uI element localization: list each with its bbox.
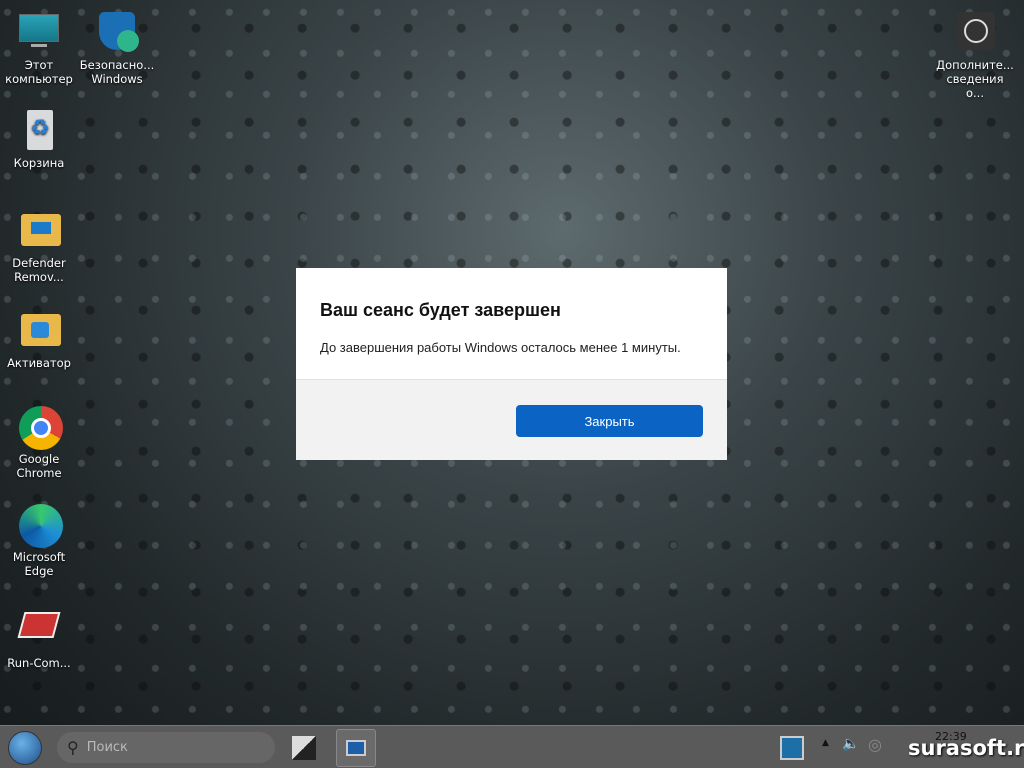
desktop-icon-activator[interactable]: Активатор [0, 308, 78, 370]
watermark: surasoft.ru [908, 736, 1024, 760]
dialog-message: До завершения работы Windows осталось ме… [320, 340, 681, 355]
desktop-icon-windows-security[interactable]: Безопасно... Windows [78, 10, 156, 86]
taskbar: ⚲ Поиск ▲ 🔈 ◎ 22:39 surasoft.ru [0, 725, 1024, 768]
monitor-icon [17, 10, 61, 54]
edge-icon [17, 502, 63, 548]
desktop-icon-this-pc[interactable]: Этот компьютер [0, 10, 78, 86]
session-end-dialog: Ваш сеанс будет завершен До завершения р… [296, 268, 727, 460]
network-icon[interactable]: ◎ [868, 735, 882, 754]
search-box[interactable]: ⚲ Поиск [57, 732, 275, 763]
desktop-icon-run-command[interactable]: Run-Com... [0, 608, 78, 670]
desktop-icon-additional-info[interactable]: Дополните... сведения о... [936, 10, 1014, 100]
desktop-icon-recycle-bin[interactable]: ♻ Корзина [0, 108, 78, 170]
user-circle-icon [953, 10, 997, 54]
tray-overflow-icon[interactable]: ▲ [822, 738, 829, 748]
desktop-icon-microsoft-edge[interactable]: Microsoft Edge [0, 502, 78, 578]
recycle-bin-icon: ♻ [17, 108, 61, 152]
chrome-icon [17, 404, 63, 450]
dialog-footer: Закрыть [296, 379, 727, 460]
folder-icon [17, 208, 61, 252]
close-button[interactable]: Закрыть [516, 405, 703, 437]
search-placeholder: Поиск [86, 740, 128, 755]
desktop-icon-google-chrome[interactable]: Google Chrome [0, 404, 78, 480]
widget-icon[interactable] [780, 736, 804, 760]
taskbar-app-window[interactable] [336, 729, 376, 767]
run-command-icon [17, 608, 61, 652]
start-button[interactable] [8, 731, 42, 765]
task-view-icon[interactable] [292, 736, 316, 760]
dialog-title: Ваш сеанс будет завершен [320, 300, 561, 320]
volume-icon[interactable]: 🔈 [842, 736, 859, 752]
desktop-icon-defender-remover[interactable]: Defender Remov... [0, 208, 78, 284]
search-icon: ⚲ [67, 738, 79, 757]
shield-icon [95, 10, 139, 54]
folder-icon [17, 308, 61, 352]
